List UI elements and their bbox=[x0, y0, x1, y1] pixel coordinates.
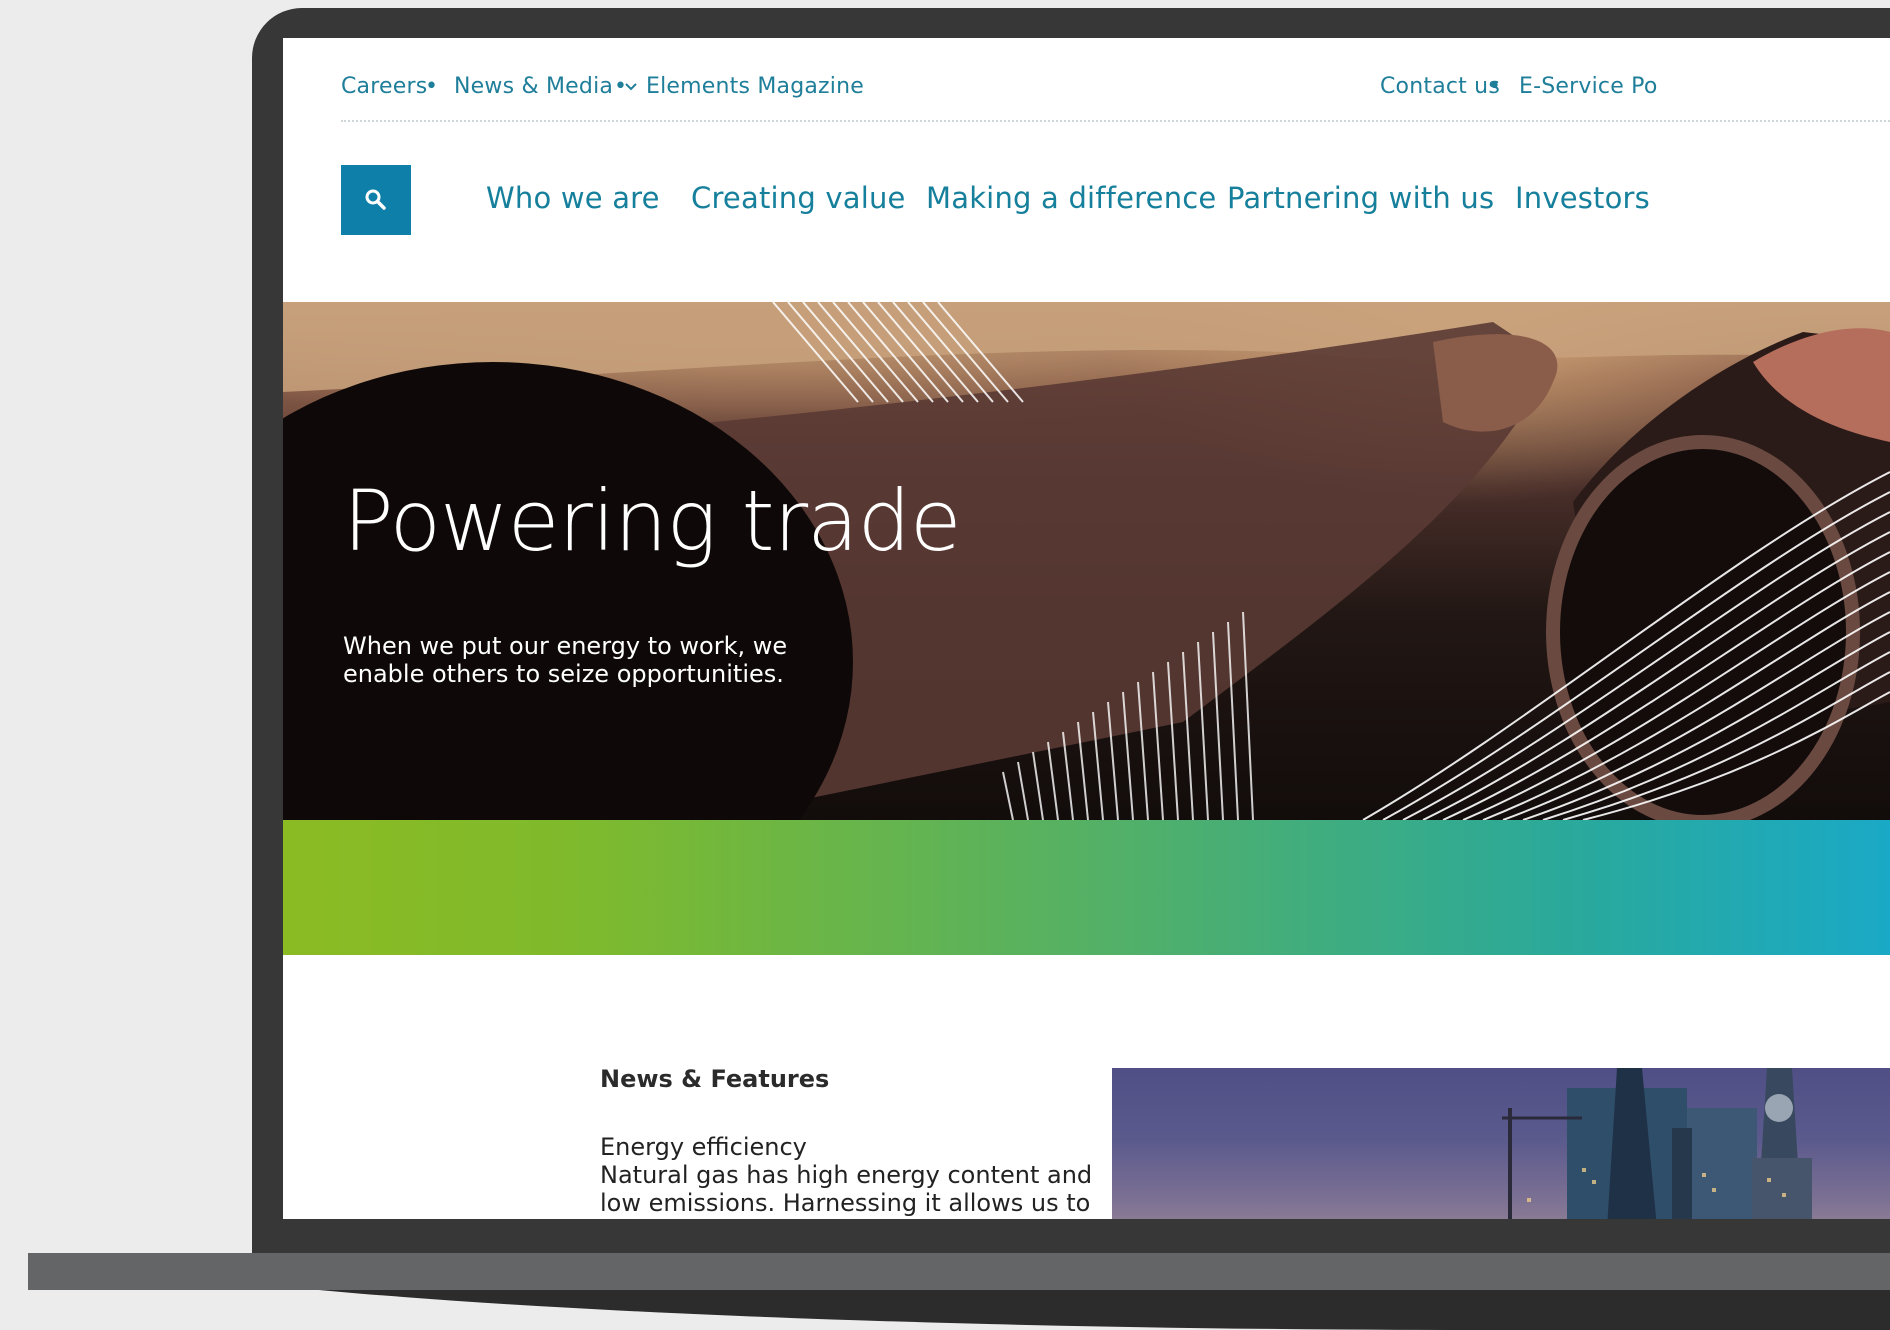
gradient-band bbox=[283, 820, 1890, 955]
news-item-text: Natural gas has high energy content and … bbox=[600, 1161, 1093, 1219]
news-item[interactable]: Energy efficiency Natural gas has high e… bbox=[600, 1133, 1120, 1219]
news-heading: News & Features bbox=[600, 1065, 830, 1093]
laptop-base bbox=[28, 1253, 1890, 1294]
hero-subtitle: When we put our energy to work, we enabl… bbox=[343, 632, 788, 688]
utility-link-e-service-portal[interactable]: E-Service Po bbox=[1519, 74, 1657, 99]
separator-dot: • bbox=[614, 74, 628, 99]
hero-title: Powering trade bbox=[343, 472, 962, 570]
utility-link-contact-us[interactable]: Contact us bbox=[1380, 74, 1500, 99]
search-button[interactable] bbox=[341, 165, 411, 235]
laptop-base-shadow bbox=[28, 1290, 1890, 1330]
search-icon bbox=[365, 189, 386, 210]
utility-nav: Careers • News & Media • Elements Magazi… bbox=[341, 38, 1890, 122]
browser-screen: Careers • News & Media • Elements Magazi… bbox=[283, 38, 1890, 1219]
separator-dot: • bbox=[1488, 74, 1502, 99]
nav-making-a-difference[interactable]: Making a difference bbox=[926, 181, 1216, 215]
nav-creating-value[interactable]: Creating value bbox=[691, 181, 906, 215]
nav-who-we-are[interactable]: Who we are bbox=[486, 181, 660, 215]
nav-partnering-with-us[interactable]: Partnering with us bbox=[1227, 181, 1494, 215]
news-item-title: Energy efficiency bbox=[600, 1133, 807, 1161]
utility-link-careers[interactable]: Careers bbox=[341, 74, 427, 99]
utility-link-elements-magazine[interactable]: Elements Magazine bbox=[646, 74, 864, 99]
utility-link-label: News & Media bbox=[454, 74, 614, 99]
hero-banner: Powering trade When we put our energy to… bbox=[283, 302, 1890, 820]
separator-dot: • bbox=[425, 74, 439, 99]
utility-link-news-media[interactable]: News & Media bbox=[454, 74, 638, 99]
city-skyline-image bbox=[1502, 1068, 1812, 1219]
news-item-image[interactable] bbox=[1112, 1068, 1890, 1219]
nav-investors[interactable]: Investors bbox=[1515, 181, 1650, 215]
